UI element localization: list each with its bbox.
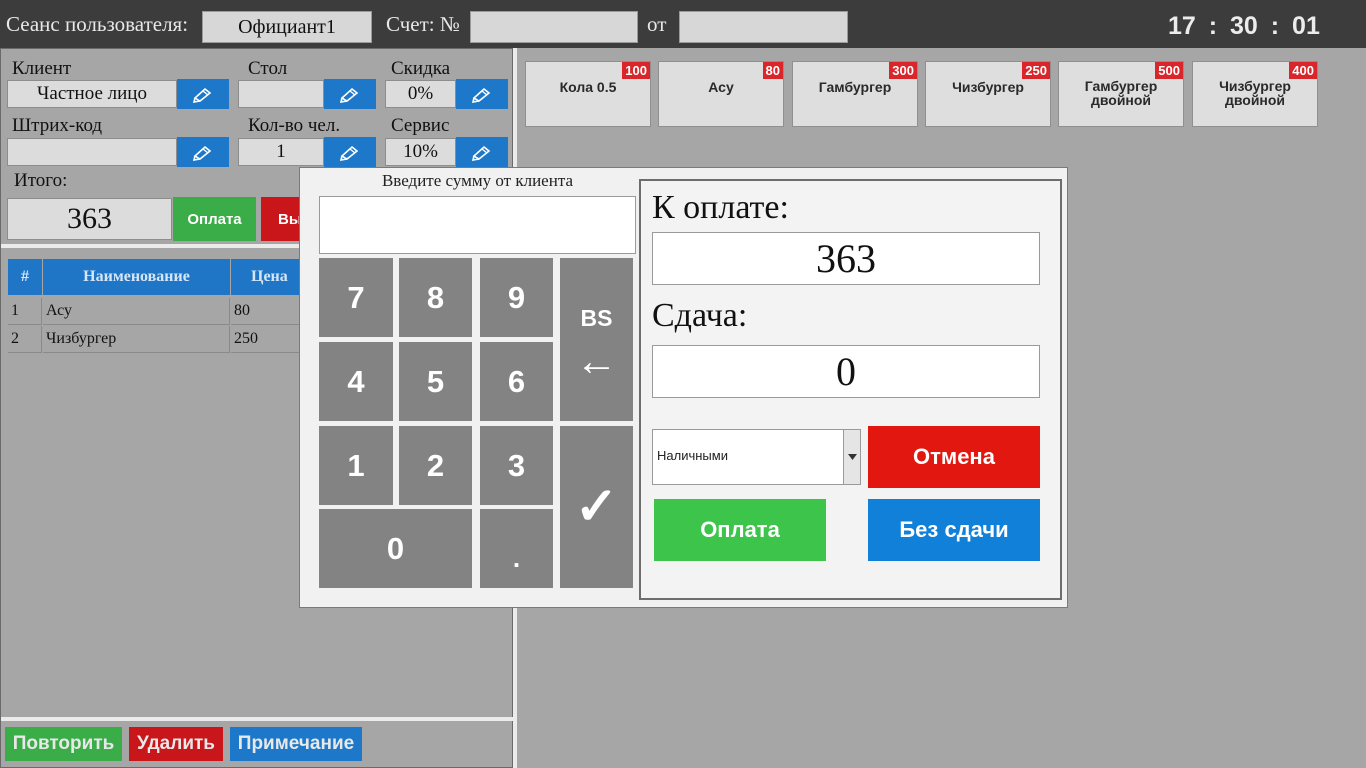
backspace-label: BS bbox=[580, 305, 613, 331]
service-field[interactable]: 10% bbox=[385, 138, 456, 166]
guests-edit-button[interactable] bbox=[324, 137, 376, 167]
price-badge: 500 bbox=[1155, 62, 1183, 79]
grid-row-1-num[interactable]: 1 bbox=[8, 298, 42, 325]
session-label: Сеанс пользователя: bbox=[6, 12, 189, 36]
service-label: Сервис bbox=[391, 115, 450, 136]
product-asu[interactable]: Асу 80 bbox=[658, 61, 784, 127]
backspace-key[interactable]: BS ← bbox=[560, 258, 633, 421]
key-8[interactable]: 8 bbox=[399, 258, 472, 337]
session-user-field: Официант1 bbox=[202, 11, 372, 43]
no-change-button[interactable]: Без сдачи bbox=[868, 499, 1040, 561]
invoice-label: Счет: № bbox=[386, 12, 460, 36]
grid-row-1-name[interactable]: Асу bbox=[43, 298, 230, 325]
product-name: Кола 0.5 bbox=[559, 79, 617, 95]
product-cola[interactable]: Кола 0.5 100 bbox=[525, 61, 651, 127]
product-name: Чизбургер двойной bbox=[1219, 78, 1291, 108]
price-badge: 400 bbox=[1289, 62, 1317, 79]
separator bbox=[1, 717, 514, 721]
product-name: Чизбургер bbox=[952, 79, 1024, 95]
barcode-edit-button[interactable] bbox=[177, 137, 229, 167]
client-field[interactable]: Частное лицо bbox=[7, 80, 177, 108]
client-edit-button[interactable] bbox=[177, 79, 229, 109]
service-edit-button[interactable] bbox=[456, 137, 508, 167]
key-7[interactable]: 7 bbox=[319, 258, 393, 337]
product-name: Асу bbox=[708, 79, 734, 95]
key-6[interactable]: 6 bbox=[480, 342, 553, 421]
key-0[interactable]: 0 bbox=[319, 509, 472, 588]
to-pay-value: 363 bbox=[652, 232, 1040, 285]
product-name: Гамбургер bbox=[818, 79, 892, 95]
client-label: Клиент bbox=[12, 58, 72, 79]
key-9[interactable]: 9 bbox=[480, 258, 553, 337]
key-2[interactable]: 2 bbox=[399, 426, 472, 505]
key-4[interactable]: 4 bbox=[319, 342, 393, 421]
key-dot[interactable]: . bbox=[480, 509, 553, 588]
grid-header-num[interactable]: # bbox=[8, 259, 42, 295]
key-1[interactable]: 1 bbox=[319, 426, 393, 505]
to-pay-label: К оплате: bbox=[652, 189, 789, 226]
payment-summary: К оплате: 363 Сдача: 0 Наличными Отмена … bbox=[639, 179, 1062, 600]
amount-input[interactable] bbox=[319, 196, 636, 254]
payment-method-value: Наличными bbox=[657, 448, 728, 463]
product-double-cheeseburger[interactable]: Чизбургер двойной 400 bbox=[1192, 61, 1318, 127]
repeat-button[interactable]: Повторить bbox=[5, 727, 122, 761]
key-3[interactable]: 3 bbox=[480, 426, 553, 505]
guests-field[interactable]: 1 bbox=[238, 138, 324, 166]
discount-label: Скидка bbox=[391, 58, 451, 79]
grid-row-2-name[interactable]: Чизбургер bbox=[43, 326, 230, 353]
payment-dialog: Введите сумму от клиента 7 8 9 4 5 6 1 2… bbox=[299, 167, 1068, 608]
price-badge: 250 bbox=[1022, 62, 1050, 79]
price-badge: 80 bbox=[762, 62, 783, 79]
top-bar: Сеанс пользователя: Официант1 Счет: № от… bbox=[0, 0, 1366, 48]
product-double-hamburger[interactable]: Гамбургер двойной 500 bbox=[1058, 61, 1184, 127]
payment-method-select[interactable]: Наличными bbox=[652, 429, 861, 485]
invoice-date-field[interactable] bbox=[679, 11, 848, 43]
table-edit-button[interactable] bbox=[324, 79, 376, 109]
pencil-icon bbox=[339, 87, 359, 103]
total-value: 363 bbox=[7, 198, 172, 240]
product-name: Гамбургер двойной bbox=[1084, 78, 1158, 108]
change-label: Сдача: bbox=[652, 297, 748, 334]
checkmark-icon: ✓ bbox=[574, 478, 619, 536]
invoice-number-field[interactable] bbox=[470, 11, 638, 43]
pencil-icon bbox=[192, 145, 212, 161]
clock: 17 : 30 : 01 bbox=[1168, 12, 1320, 40]
table-label: Стол bbox=[248, 58, 288, 79]
product-hamburger[interactable]: Гамбургер 300 bbox=[792, 61, 918, 127]
discount-edit-button[interactable] bbox=[456, 79, 508, 109]
pencil-icon bbox=[471, 145, 491, 161]
grid-header-name[interactable]: Наименование bbox=[43, 259, 230, 295]
cancel-button[interactable]: Отмена bbox=[868, 426, 1040, 488]
pencil-icon bbox=[339, 145, 359, 161]
backspace-arrow-icon: ← bbox=[575, 337, 618, 384]
delete-button[interactable]: Удалить bbox=[129, 727, 223, 761]
price-badge: 300 bbox=[889, 62, 917, 79]
change-value: 0 bbox=[652, 345, 1040, 398]
pencil-icon bbox=[471, 87, 491, 103]
from-label: от bbox=[647, 12, 667, 36]
table-field[interactable] bbox=[238, 80, 324, 108]
pencil-icon bbox=[192, 87, 212, 103]
guests-label: Кол-во чел. bbox=[248, 115, 341, 136]
pay-button[interactable]: Оплата bbox=[654, 499, 826, 561]
chevron-down-icon[interactable] bbox=[843, 430, 860, 484]
amount-prompt: Введите сумму от клиента bbox=[381, 171, 574, 190]
confirm-key[interactable]: ✓ bbox=[560, 426, 633, 588]
product-cheeseburger[interactable]: Чизбургер 250 bbox=[925, 61, 1051, 127]
grid-row-2-num[interactable]: 2 bbox=[8, 326, 42, 353]
discount-field[interactable]: 0% bbox=[385, 80, 456, 108]
note-button[interactable]: Примечание bbox=[230, 727, 362, 761]
total-label: Итого: bbox=[14, 170, 68, 191]
price-badge: 100 bbox=[622, 62, 650, 79]
key-5[interactable]: 5 bbox=[399, 342, 472, 421]
order-pay-button[interactable]: Оплата bbox=[173, 197, 256, 241]
barcode-field[interactable] bbox=[7, 138, 177, 166]
barcode-label: Штрих-код bbox=[12, 115, 103, 136]
